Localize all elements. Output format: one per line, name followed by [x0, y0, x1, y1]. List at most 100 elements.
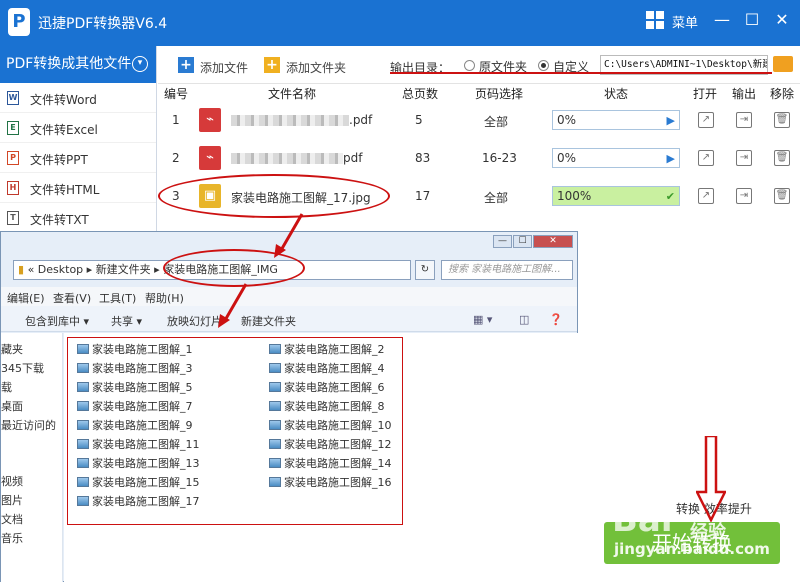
minimize-icon[interactable]: —	[493, 235, 512, 248]
file-item-label: 家装电路施工图解_11	[92, 438, 200, 451]
sidebar-item-html[interactable]: H 文件转HTML	[0, 173, 156, 203]
play-icon[interactable]: ▶	[667, 114, 675, 127]
folder-icon[interactable]	[773, 56, 793, 72]
blurred-name	[231, 115, 349, 126]
file-item-label: 家装电路施工图解_14	[284, 457, 392, 470]
file-item-label: 家装电路施工图解_10	[284, 419, 392, 432]
explorer-search-input[interactable]: 搜索 家装电路施工图解...	[441, 260, 573, 280]
view-options-icon[interactable]: ▦ ▾	[473, 313, 492, 326]
sidebar-item-ppt[interactable]: P 文件转PPT	[0, 143, 156, 173]
add-folder-button[interactable]: + 添加文件夹	[264, 57, 364, 75]
menu-view[interactable]: 查看(V)	[53, 290, 91, 306]
file-item[interactable]: 家装电路施工图解_15	[77, 474, 200, 490]
maximize-icon[interactable]: ☐	[513, 235, 532, 248]
preview-pane-icon[interactable]: ◫	[519, 313, 529, 326]
file-item-label: 家装电路施工图解_12	[284, 438, 392, 451]
nav-item[interactable]: 桌面	[1, 398, 23, 414]
output-icon[interactable]: ⇥	[736, 150, 752, 166]
file-item[interactable]: 家装电路施工图解_7	[77, 398, 193, 414]
sidebar-item-excel[interactable]: E 文件转Excel	[0, 113, 156, 143]
explorer-menu-bar: 编辑(E) 查看(V) 工具(T) 帮助(H)	[1, 287, 577, 306]
annotation-arrow	[274, 213, 304, 258]
menu-help[interactable]: 帮助(H)	[145, 290, 184, 306]
file-item[interactable]: 家装电路施工图解_13	[77, 455, 200, 471]
add-file-button[interactable]: + 添加文件	[178, 57, 258, 75]
breadcrumb-desktop[interactable]: Desktop	[38, 263, 83, 276]
sidebar-item-label: 文件转TXT	[30, 213, 89, 227]
file-item[interactable]: 家装电路施工图解_14	[269, 455, 392, 471]
sidebar-item-txt[interactable]: T 文件转TXT	[0, 203, 156, 233]
share-button[interactable]: 共享 ▾	[111, 313, 142, 329]
file-item[interactable]: 家装电路施工图解_10	[269, 417, 392, 433]
file-item[interactable]: 家装电路施工图解_4	[269, 360, 385, 376]
nav-item[interactable]: 视频	[1, 473, 23, 489]
file-item[interactable]: 家装电路施工图解_6	[269, 379, 385, 395]
nav-item[interactable]: 345下载	[1, 360, 44, 376]
page-selection[interactable]: 全部	[484, 113, 508, 130]
file-item-label: 家装电路施工图解_17	[92, 495, 200, 508]
row-number: 1	[172, 113, 180, 127]
help-icon[interactable]: ❓	[549, 313, 563, 326]
progress-text: 0%	[557, 151, 577, 165]
trash-icon[interactable]: 🗑	[774, 188, 790, 204]
file-item[interactable]: 家装电路施工图解_11	[77, 436, 200, 452]
maximize-icon[interactable]: ☐	[742, 10, 762, 30]
image-file-icon	[77, 477, 89, 487]
address-overflow[interactable]: «	[28, 263, 35, 276]
chevron-down-icon[interactable]: ▾	[132, 56, 148, 72]
play-icon[interactable]: ▶	[667, 152, 675, 165]
file-item[interactable]: 家装电路施工图解_9	[77, 417, 193, 433]
menu-edit[interactable]: 编辑(E)	[7, 290, 45, 306]
nav-item[interactable]: 文档	[1, 511, 23, 527]
sidebar-header[interactable]: PDF转换成其他文件 ▾	[0, 46, 156, 83]
menu-grid-icon[interactable]	[646, 11, 664, 29]
file-item[interactable]: 家装电路施工图解_5	[77, 379, 193, 395]
include-library-button[interactable]: 包含到库中 ▾	[25, 313, 89, 329]
page-selection[interactable]: 全部	[484, 189, 508, 206]
nav-item[interactable]: 音乐	[1, 530, 23, 546]
word-icon: W	[7, 91, 19, 105]
ppt-icon: P	[7, 151, 19, 165]
nav-item[interactable]: 藏夹	[1, 341, 23, 357]
output-icon[interactable]: ⇥	[736, 112, 752, 128]
breadcrumb-folder[interactable]: 新建文件夹	[96, 263, 151, 276]
file-item[interactable]: 家装电路施工图解_8	[269, 398, 385, 414]
file-item[interactable]: 家装电路施工图解_1	[77, 341, 193, 357]
table-row[interactable]: 2 ⌁ pdf 83 16-23 0% ▶ ↗ ⇥ 🗑	[158, 140, 800, 178]
file-item[interactable]: 家装电路施工图解_3	[77, 360, 193, 376]
nav-item[interactable]: 图片	[1, 492, 23, 508]
col-remove: 移除	[770, 87, 795, 101]
minimize-icon[interactable]: —	[712, 10, 732, 30]
image-file-icon	[77, 363, 89, 373]
nav-item[interactable]: 载	[1, 379, 12, 395]
app-logo-icon: P	[8, 8, 30, 36]
open-file-icon[interactable]: ↗	[698, 112, 714, 128]
table-row[interactable]: 1 ⌁ .pdf 5 全部 0% ▶ ↗ ⇥ 🗑	[158, 102, 800, 140]
trash-icon[interactable]: 🗑	[774, 112, 790, 128]
radio-original-folder[interactable]	[464, 60, 475, 71]
radio-custom-folder[interactable]	[538, 60, 549, 71]
menu-button[interactable]: 菜单	[672, 12, 698, 31]
file-extension: .pdf	[349, 113, 373, 127]
file-name: .pdf	[231, 113, 372, 127]
sidebar-item-label: 文件转Word	[30, 93, 97, 107]
open-file-icon[interactable]: ↗	[698, 150, 714, 166]
close-icon[interactable]: ✕	[533, 235, 573, 248]
add-folder-label: 添加文件夹	[286, 61, 347, 75]
close-icon[interactable]: ✕	[772, 10, 792, 30]
nav-item[interactable]: 最近访问的	[1, 417, 56, 433]
file-item[interactable]: 家装电路施工图解_17	[77, 493, 200, 509]
col-output: 输出	[732, 87, 757, 101]
file-item[interactable]: 家装电路施工图解_16	[269, 474, 392, 490]
file-item[interactable]: 家装电路施工图解_12	[269, 436, 392, 452]
file-item[interactable]: 家装电路施工图解_2	[269, 341, 385, 357]
image-file-icon	[269, 439, 281, 449]
folder-icon: ▮	[18, 263, 25, 276]
output-icon[interactable]: ⇥	[736, 188, 752, 204]
refresh-icon[interactable]: ↻	[415, 260, 435, 280]
open-file-icon[interactable]: ↗	[698, 188, 714, 204]
sidebar-item-word[interactable]: W 文件转Word	[0, 83, 156, 113]
page-selection[interactable]: 16-23	[482, 151, 517, 165]
menu-tools[interactable]: 工具(T)	[99, 290, 136, 306]
trash-icon[interactable]: 🗑	[774, 150, 790, 166]
